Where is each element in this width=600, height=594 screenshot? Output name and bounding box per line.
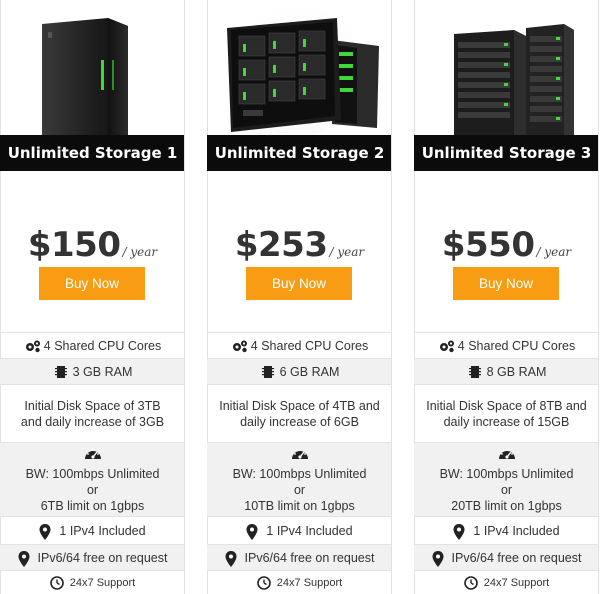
feature-ipv6-text: IPv6/64 free on request <box>37 550 168 565</box>
feature-cpu-text: 4 Shared CPU Cores <box>457 338 576 353</box>
feature-support-text: 24x7 Support <box>276 576 343 589</box>
buy-now-button[interactable]: Buy Now <box>246 267 352 300</box>
feature-bandwidth: BW: 100mbps Unlimited or 6TB limit on 1g… <box>0 442 185 516</box>
feature-ipv4: 1 IPv4 Included <box>414 516 599 544</box>
speedometer-icon <box>84 446 102 464</box>
feature-support: 24x7 Support <box>0 570 185 594</box>
map-pin-icon <box>39 523 55 540</box>
memory-chip-icon <box>260 365 276 379</box>
feature-ipv6-text: IPv6/64 free on request <box>244 550 375 565</box>
feature-disk: Initial Disk Space of 8TB and daily incr… <box>414 384 599 442</box>
feature-ipv6: IPv6/64 free on request <box>414 544 599 570</box>
feature-bw-line2: 20TB limit on 1gbps <box>451 498 562 513</box>
feature-ipv4: 1 IPv4 Included <box>0 516 185 544</box>
memory-chip-icon <box>53 365 69 379</box>
feature-disk-line2: daily increase of 6GB <box>240 414 359 429</box>
memory-chip-icon <box>467 365 483 379</box>
feature-bw-or: or <box>86 482 99 497</box>
clock-icon <box>256 575 273 590</box>
feature-disk-line1: Initial Disk Space of 4TB and <box>219 398 380 413</box>
feature-cpu-text: 4 Shared CPU Cores <box>250 338 369 353</box>
plan-card-1: Unlimited Storage 1 $150/ year Buy Now 4… <box>0 0 185 594</box>
feature-disk: Initial Disk Space of 3TB and daily incr… <box>0 384 185 442</box>
feature-bw-line1: BW: 100mbps Unlimited <box>232 466 367 481</box>
feature-bw-or: or <box>500 482 513 497</box>
plan-card-3: Unlimited Storage 3 $550/ year Buy Now 4… <box>414 0 599 594</box>
plan-title: Unlimited Storage 2 <box>207 135 392 171</box>
map-pin-icon <box>453 523 469 540</box>
feature-disk-line2: daily increase of 15GB <box>443 414 570 429</box>
plan-title: Unlimited Storage 3 <box>414 135 599 171</box>
plan-price: $150/ year <box>0 225 185 265</box>
price-period: / year <box>536 245 572 259</box>
feature-disk: Initial Disk Space of 4TB and daily incr… <box>207 384 392 442</box>
price-amount: $550 <box>441 225 535 265</box>
map-pin-icon <box>225 550 241 567</box>
clock-icon <box>463 575 480 590</box>
feature-cpu-text: 4 Shared CPU Cores <box>43 338 162 353</box>
feature-ram-text: 8 GB RAM <box>486 364 547 379</box>
plan-price: $253/ year <box>207 225 392 265</box>
feature-ipv4: 1 IPv4 Included <box>207 516 392 544</box>
feature-ram-text: 6 GB RAM <box>279 364 340 379</box>
plan-card-2: Unlimited Storage 2 $253/ year Buy Now 4… <box>207 0 392 594</box>
feature-bw-line2: 6TB limit on 1gbps <box>40 498 145 513</box>
feature-bandwidth: BW: 100mbps Unlimited or 10TB limit on 1… <box>207 442 392 516</box>
feature-ipv6-text: IPv6/64 free on request <box>451 550 582 565</box>
speedometer-icon <box>498 446 516 464</box>
feature-ipv4-text: 1 IPv4 Included <box>59 523 146 538</box>
buy-now-button[interactable]: Buy Now <box>39 267 145 300</box>
feature-cpu: 4 Shared CPU Cores <box>0 332 185 358</box>
feature-disk-line1: Initial Disk Space of 8TB and <box>426 398 587 413</box>
feature-bw-line1: BW: 100mbps Unlimited <box>25 466 160 481</box>
feature-ipv4-text: 1 IPv4 Included <box>266 523 353 538</box>
map-pin-icon <box>18 550 34 567</box>
feature-disk-line2: and daily increase of 3GB <box>20 414 165 429</box>
map-pin-icon <box>432 550 448 567</box>
feature-ipv6: IPv6/64 free on request <box>0 544 185 570</box>
map-pin-icon <box>246 523 262 540</box>
gears-icon <box>231 339 247 353</box>
feature-ram-text: 3 GB RAM <box>72 364 133 379</box>
feature-bw-line1: BW: 100mbps Unlimited <box>439 466 574 481</box>
feature-ipv4-text: 1 IPv4 Included <box>473 523 560 538</box>
server-cluster-image <box>207 0 392 136</box>
feature-bw-line2: 10TB limit on 1gbps <box>244 498 355 513</box>
feature-support: 24x7 Support <box>414 570 599 594</box>
server-rack-image <box>414 0 599 135</box>
gears-icon <box>438 339 454 353</box>
speedometer-icon <box>291 446 309 464</box>
feature-support-text: 24x7 Support <box>483 576 550 589</box>
price-amount: $150 <box>27 225 121 265</box>
server-tower-image <box>0 0 185 135</box>
feature-ram: 3 GB RAM <box>0 358 185 384</box>
feature-bw-or: or <box>293 482 306 497</box>
plan-price: $550/ year <box>414 225 599 265</box>
feature-support-text: 24x7 Support <box>69 576 136 589</box>
price-period: / year <box>122 245 158 259</box>
clock-icon <box>49 575 66 590</box>
price-amount: $253 <box>234 225 328 265</box>
buy-now-button[interactable]: Buy Now <box>453 267 559 300</box>
feature-cpu: 4 Shared CPU Cores <box>414 332 599 358</box>
pricing-plans: Unlimited Storage 1 $150/ year Buy Now 4… <box>0 0 600 594</box>
feature-disk-line1: Initial Disk Space of 3TB <box>24 398 161 413</box>
gears-icon <box>24 339 40 353</box>
feature-bandwidth: BW: 100mbps Unlimited or 20TB limit on 1… <box>414 442 599 516</box>
feature-ram: 6 GB RAM <box>207 358 392 384</box>
feature-support: 24x7 Support <box>207 570 392 594</box>
plan-title: Unlimited Storage 1 <box>0 135 185 171</box>
price-period: / year <box>329 245 365 259</box>
feature-ipv6: IPv6/64 free on request <box>207 544 392 570</box>
feature-cpu: 4 Shared CPU Cores <box>207 332 392 358</box>
feature-ram: 8 GB RAM <box>414 358 599 384</box>
